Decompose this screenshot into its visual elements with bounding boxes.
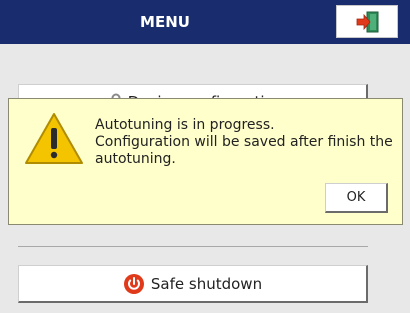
ok-button[interactable]: OK [325, 183, 388, 213]
dialog-message-line-1: Autotuning is in progress. [95, 117, 275, 133]
exit-door-icon [356, 11, 379, 33]
warning-icon [25, 113, 83, 164]
safe-shutdown-label: Safe shutdown [150, 274, 263, 293]
autotuning-dialog: Autotuning is in progress. Configuration… [8, 98, 403, 225]
exit-button[interactable] [336, 5, 398, 38]
page-title: MENU [140, 13, 190, 31]
dialog-message: Autotuning is in progress. Configuration… [95, 117, 400, 168]
menu-divider [18, 246, 368, 247]
safe-shutdown-button[interactable]: Safe shutdown [18, 265, 368, 303]
dialog-message-line-2: Configuration will be saved after finish… [95, 134, 393, 167]
header-bar: MENU [0, 0, 410, 44]
power-icon [123, 273, 144, 294]
